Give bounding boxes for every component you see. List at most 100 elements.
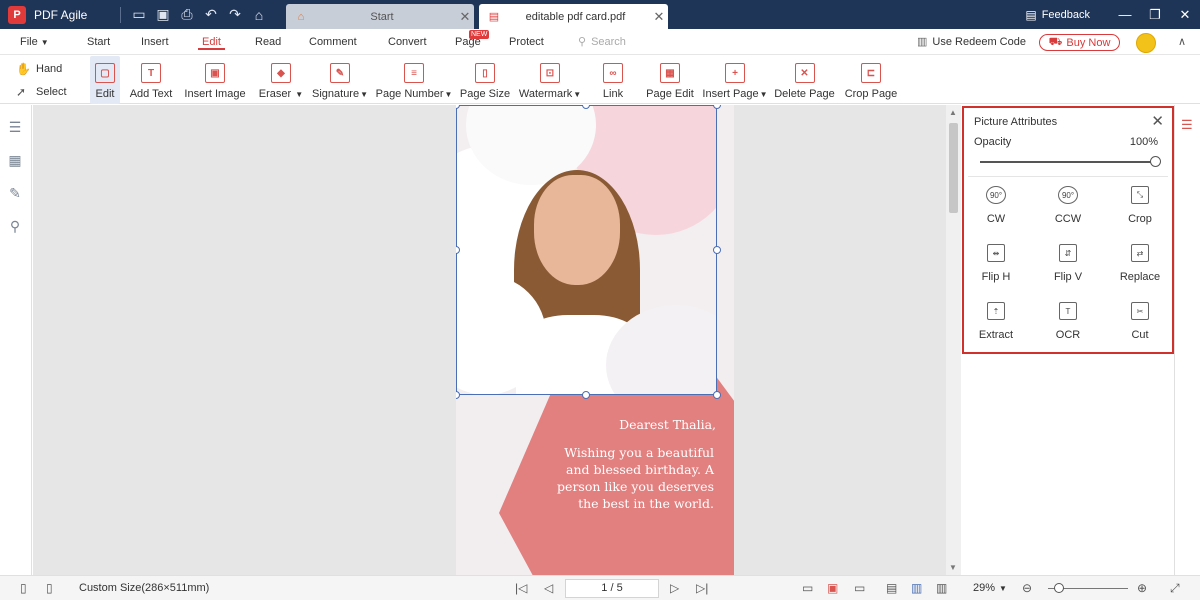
- extract-button[interactable]: ⇡ Extract: [966, 302, 1026, 352]
- tool-insert-image[interactable]: ▣ Insert Image: [183, 56, 247, 104]
- window-close-icon[interactable]: ✕: [1170, 0, 1200, 29]
- page-number-input[interactable]: 1 / 5: [565, 579, 659, 598]
- buy-now-button[interactable]: ⛟ Buy Now: [1039, 34, 1120, 51]
- feedback-button[interactable]: ▤ Feedback: [1025, 8, 1090, 22]
- home-icon[interactable]: ⌂: [247, 5, 271, 25]
- fit-width-icon[interactable]: ▭: [802, 576, 813, 600]
- select-tool[interactable]: ➚ Select: [16, 85, 67, 99]
- hand-tool[interactable]: ✋ Hand: [16, 62, 62, 76]
- actual-size-icon[interactable]: ▭: [854, 576, 865, 600]
- vertical-scrollbar[interactable]: ▲ ▼: [946, 105, 961, 575]
- tool-watermark[interactable]: ⊡ Watermark▼: [519, 56, 581, 104]
- tool-edit[interactable]: ▢ Edit: [90, 56, 120, 104]
- tool-page-size[interactable]: ▯ Page Size: [460, 56, 510, 104]
- menu-file[interactable]: File ▼: [20, 29, 49, 55]
- menu-start[interactable]: Start: [87, 29, 110, 55]
- two-page-icon[interactable]: ▥: [936, 576, 947, 600]
- opacity-slider[interactable]: [980, 161, 1156, 163]
- document-canvas[interactable]: Dearest Thalia, Wishing you a beautiful …: [33, 105, 946, 575]
- pdf-page[interactable]: Dearest Thalia, Wishing you a beautiful …: [456, 105, 734, 575]
- scroll-up-icon[interactable]: ▲: [949, 108, 957, 117]
- menu-read[interactable]: Read: [255, 29, 281, 55]
- zoom-out-icon[interactable]: ⊖: [1022, 576, 1032, 600]
- scroll-down-icon[interactable]: ▼: [949, 563, 957, 572]
- last-page-icon[interactable]: ▷|: [696, 576, 708, 600]
- redeem-code-button[interactable]: ▥ Use Redeem Code: [917, 29, 1026, 55]
- replace-button[interactable]: ⇄ Replace: [1110, 244, 1170, 294]
- menu-comment[interactable]: Comment: [309, 29, 357, 55]
- resize-handle[interactable]: [456, 391, 460, 399]
- tool-eraser[interactable]: ◆ Eraser ▼: [258, 56, 304, 104]
- close-icon[interactable]: ✕: [456, 9, 474, 25]
- menu-edit[interactable]: Edit: [198, 29, 225, 55]
- tool-delete-page[interactable]: ✕ Delete Page: [774, 56, 835, 104]
- chevron-down-icon: ▼: [573, 90, 582, 99]
- resize-handle[interactable]: [713, 105, 721, 109]
- thumbnails-icon[interactable]: ▦: [6, 152, 24, 168]
- search-input[interactable]: ⚲ Search: [578, 29, 626, 55]
- save-icon[interactable]: ▣: [151, 5, 175, 25]
- redo-icon[interactable]: ↷: [223, 5, 247, 25]
- cut-button[interactable]: ✂ Cut: [1110, 302, 1170, 352]
- open-folder-icon[interactable]: ▭: [127, 5, 151, 25]
- fit-page-icon[interactable]: ▣: [827, 576, 838, 600]
- tab-start[interactable]: ⌂ Start ✕: [286, 4, 474, 29]
- menu-insert[interactable]: Insert: [141, 29, 169, 55]
- menu-convert[interactable]: Convert: [388, 29, 427, 55]
- continuous-page-icon[interactable]: ▥: [911, 576, 922, 600]
- minimize-icon[interactable]: —: [1110, 0, 1140, 29]
- first-page-icon[interactable]: |◁: [515, 576, 527, 600]
- close-icon[interactable]: ✕: [1151, 112, 1164, 130]
- tool-insert-page[interactable]: + Insert Page▼: [702, 56, 768, 104]
- resize-handle[interactable]: [582, 391, 590, 399]
- properties-sliders-icon[interactable]: ☰: [1181, 117, 1193, 133]
- zoom-slider-handle[interactable]: [1054, 583, 1064, 593]
- menu-protect[interactable]: Protect: [509, 29, 544, 55]
- fullscreen-icon[interactable]: ⤢: [1170, 576, 1180, 600]
- resize-handle[interactable]: [713, 246, 721, 254]
- tool-crop-page[interactable]: ⊏ Crop Page: [845, 56, 897, 104]
- previous-page-icon[interactable]: ◁: [544, 576, 553, 600]
- page-fit-icon[interactable]: ▯: [46, 576, 53, 600]
- rotate-ccw-button[interactable]: 90° CCW: [1038, 186, 1098, 236]
- opacity-value: 100%: [1129, 136, 1158, 148]
- tab-document-label: editable pdf card.pdf: [525, 10, 626, 23]
- rotate-cw-button[interactable]: 90° CW: [966, 186, 1026, 236]
- panel-title: Picture Attributes: [974, 116, 1058, 128]
- card-title[interactable]: Dearest Thalia,: [619, 417, 716, 432]
- next-page-icon[interactable]: ▷: [670, 576, 679, 600]
- page-layout-icon[interactable]: ▯: [20, 576, 27, 600]
- hand-label: Hand: [36, 63, 63, 75]
- search-panel-icon[interactable]: ⚲: [6, 218, 24, 234]
- flip-vertical-button[interactable]: ⇵ Flip V: [1038, 244, 1098, 294]
- tool-page-edit[interactable]: ▦ Page Edit: [646, 56, 694, 104]
- single-page-icon[interactable]: ▤: [886, 576, 897, 600]
- crop-button[interactable]: ⤡ Crop: [1110, 186, 1170, 236]
- ocr-button[interactable]: T OCR: [1038, 302, 1098, 352]
- close-icon[interactable]: ✕: [650, 9, 668, 25]
- tool-page-number[interactable]: ≡ Page Number▼: [376, 56, 452, 104]
- resize-handle[interactable]: [713, 391, 721, 399]
- opacity-slider-handle[interactable]: [1150, 156, 1161, 167]
- tool-link[interactable]: ∞ Link: [598, 56, 628, 104]
- tab-document[interactable]: ▤ editable pdf card.pdf ✕: [479, 4, 668, 29]
- print-icon[interactable]: ⎙: [175, 5, 199, 25]
- collapse-ribbon-icon[interactable]: ∧: [1178, 29, 1186, 55]
- tool-edit-label: Edit: [95, 88, 115, 100]
- undo-icon[interactable]: ↶: [199, 5, 223, 25]
- scroll-thumb[interactable]: [949, 123, 958, 213]
- restore-icon[interactable]: ❐: [1140, 0, 1170, 29]
- annotations-icon[interactable]: ✎: [6, 185, 24, 201]
- tool-insert-page-row: Insert Page▼: [702, 88, 767, 100]
- zoom-value[interactable]: 29%: [973, 576, 995, 600]
- menu-page[interactable]: Page NEW: [455, 29, 490, 55]
- tool-add-text[interactable]: T Add Text: [128, 56, 174, 104]
- zoom-in-icon[interactable]: ⊕: [1137, 576, 1147, 600]
- outline-icon[interactable]: ☰: [6, 119, 24, 135]
- tool-signature[interactable]: ✎ Signature▼: [312, 56, 368, 104]
- card-message[interactable]: Wishing you a beautiful and blessed birt…: [554, 444, 714, 512]
- chevron-down-icon[interactable]: ▼: [999, 576, 1007, 600]
- left-sidebar: ☰ ▦ ✎ ⚲: [0, 105, 32, 575]
- avatar[interactable]: [1136, 33, 1156, 53]
- flip-horizontal-button[interactable]: ⇹ Flip H: [966, 244, 1026, 294]
